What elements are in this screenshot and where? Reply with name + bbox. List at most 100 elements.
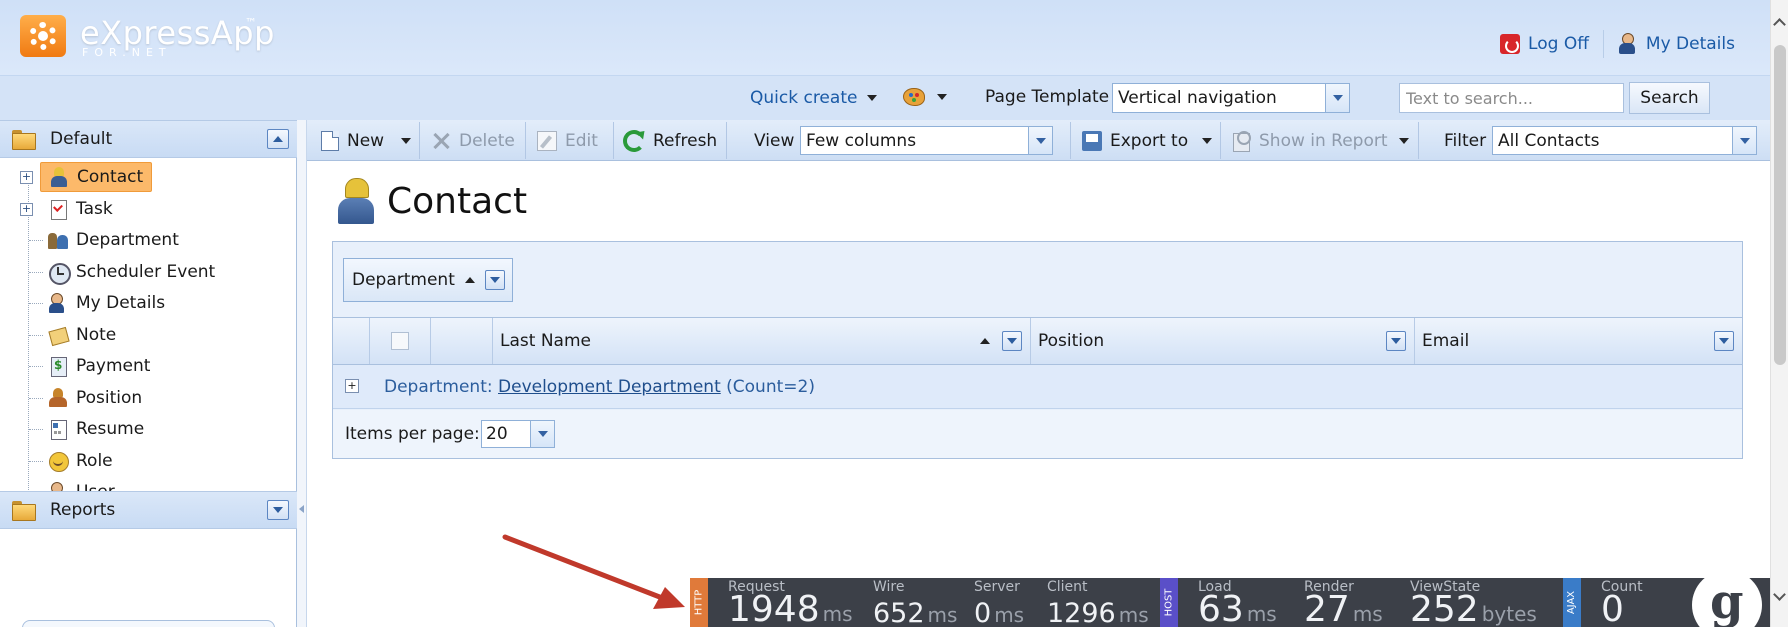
page-header: Contact — [335, 178, 527, 224]
new-dropdown-button[interactable] — [401, 120, 411, 161]
viewstate-value-wrap: 252 bytes — [1410, 592, 1537, 627]
nav-node[interactable]: Contact — [40, 162, 153, 192]
dropdown-button[interactable] — [1732, 127, 1756, 154]
column-header-last-name[interactable]: Last Name — [493, 318, 1031, 364]
collapse-button[interactable] — [267, 129, 289, 149]
command-column-header — [431, 318, 493, 364]
dropdown-button[interactable] — [1028, 127, 1052, 154]
group-by-label: Department — [352, 270, 455, 290]
nav-group-label: Default — [50, 129, 113, 149]
view-label: View — [754, 120, 794, 161]
note-icon — [48, 325, 68, 345]
nav-node[interactable]: Task — [40, 194, 121, 224]
expand-button[interactable] — [267, 500, 289, 520]
column-header-email[interactable]: Email — [1415, 318, 1742, 364]
nav-group-reports[interactable]: Reports — [0, 491, 297, 529]
expand-icon[interactable]: + — [345, 379, 359, 393]
filter-select[interactable]: All Contacts — [1492, 126, 1757, 155]
client-value: 1296 — [1047, 598, 1116, 627]
render-value: 27 — [1304, 589, 1350, 627]
host-tag-label: HOST — [1163, 588, 1175, 617]
nav-item-position: Position — [0, 381, 297, 415]
items-per-page-select[interactable]: 20 — [481, 420, 555, 448]
my-details-link[interactable]: My Details — [1618, 33, 1735, 55]
column-filter-button[interactable] — [484, 270, 505, 290]
vertical-scrollbar[interactable] — [1770, 0, 1788, 627]
delete-label: Delete — [459, 130, 515, 151]
column-filter-button[interactable] — [1386, 331, 1406, 351]
nav-node[interactable]: Resume — [40, 414, 152, 444]
panel-footer-box — [22, 620, 275, 627]
nav-group-default[interactable]: Default — [0, 120, 297, 158]
group-prefix: Department: — [384, 377, 493, 397]
chevron-down-icon — [867, 95, 878, 101]
delete-icon — [431, 131, 451, 151]
report-dropdown-button[interactable] — [1399, 120, 1409, 161]
page-template-select[interactable]: Vertical navigation — [1112, 83, 1350, 113]
search-input[interactable] — [1399, 83, 1624, 113]
edit-button[interactable]: Edit — [537, 120, 598, 161]
nav-item-contact: + Contact — [0, 160, 297, 194]
new-button[interactable]: New — [321, 120, 384, 161]
palette-icon — [903, 88, 925, 106]
load-value: 63 — [1198, 589, 1244, 627]
server-unit: ms — [994, 603, 1025, 627]
nav-node[interactable]: Scheduler Event — [40, 257, 223, 287]
group-link[interactable]: Development Department — [498, 377, 721, 397]
nav-node[interactable]: My Details — [40, 288, 173, 318]
show-in-report-button[interactable]: Show in Report — [1231, 120, 1388, 161]
search-button[interactable]: Search — [1629, 82, 1710, 114]
nav-item-payment: Payment — [0, 349, 297, 383]
nav-item-task: + Task — [0, 192, 297, 226]
top-links: Log Off My Details — [1500, 30, 1735, 58]
nav-item-label: Department — [76, 230, 179, 250]
view-value: Few columns — [806, 130, 917, 151]
task-icon — [48, 199, 68, 220]
export-dropdown-button[interactable] — [1202, 120, 1212, 161]
expand-icon[interactable]: + — [20, 202, 33, 216]
expand-icon[interactable]: + — [20, 171, 33, 184]
load-unit: ms — [1246, 602, 1277, 626]
scroll-down-icon[interactable] — [1773, 588, 1786, 601]
nav-node[interactable]: Payment — [40, 351, 158, 381]
theme-dropdown[interactable] — [903, 88, 947, 106]
my-details-icon — [48, 293, 68, 313]
filter-label-text: Filter — [1444, 130, 1487, 151]
scroll-up-icon[interactable] — [1773, 18, 1786, 31]
group-row-text: Department: Development Department (Coun… — [384, 377, 815, 397]
nav-item-resume: Resume — [0, 412, 297, 446]
refresh-button[interactable]: Refresh — [623, 120, 717, 161]
nav-group-label: Reports — [50, 500, 116, 520]
nav-item-label: Position — [76, 387, 143, 408]
column-filter-button[interactable] — [1714, 331, 1734, 351]
panel-splitter[interactable] — [297, 120, 307, 627]
viewstate-value: 252 — [1410, 589, 1479, 627]
dropdown-button[interactable] — [1325, 84, 1349, 112]
export-button[interactable]: Export to — [1082, 120, 1188, 161]
viewstate-unit: bytes — [1481, 602, 1537, 626]
chevron-down-icon — [537, 431, 548, 437]
wire-label: Wire — [873, 579, 905, 595]
view-select[interactable]: Few columns — [800, 126, 1053, 155]
nav-node[interactable]: Department — [40, 225, 187, 255]
delete-button[interactable]: Delete — [431, 120, 515, 161]
logoff-link[interactable]: Log Off — [1500, 34, 1589, 54]
column-header-position[interactable]: Position — [1031, 318, 1415, 364]
column-filter-button[interactable] — [1002, 331, 1022, 351]
scrollbar-thumb[interactable] — [1774, 45, 1786, 365]
nav-item-label: Role — [76, 450, 113, 471]
new-label: New — [347, 130, 385, 151]
group-by-column[interactable]: Department — [343, 258, 513, 302]
chevron-down-icon — [401, 137, 411, 144]
edit-label: Edit — [565, 130, 598, 151]
nav-node[interactable]: Position — [40, 383, 150, 413]
quick-create-dropdown[interactable]: Quick create — [750, 88, 878, 108]
glimpse-logo-icon[interactable]: g — [1680, 578, 1770, 627]
department-icon — [48, 230, 68, 250]
report-icon — [1231, 130, 1251, 152]
select-all-checkbox[interactable] — [391, 332, 409, 350]
dropdown-button[interactable] — [530, 421, 554, 447]
nav-node[interactable]: Role — [40, 446, 121, 476]
nav-node[interactable]: Note — [40, 320, 124, 350]
main-toolbar: New Delete Edit Refresh View Few columns… — [307, 120, 1770, 161]
